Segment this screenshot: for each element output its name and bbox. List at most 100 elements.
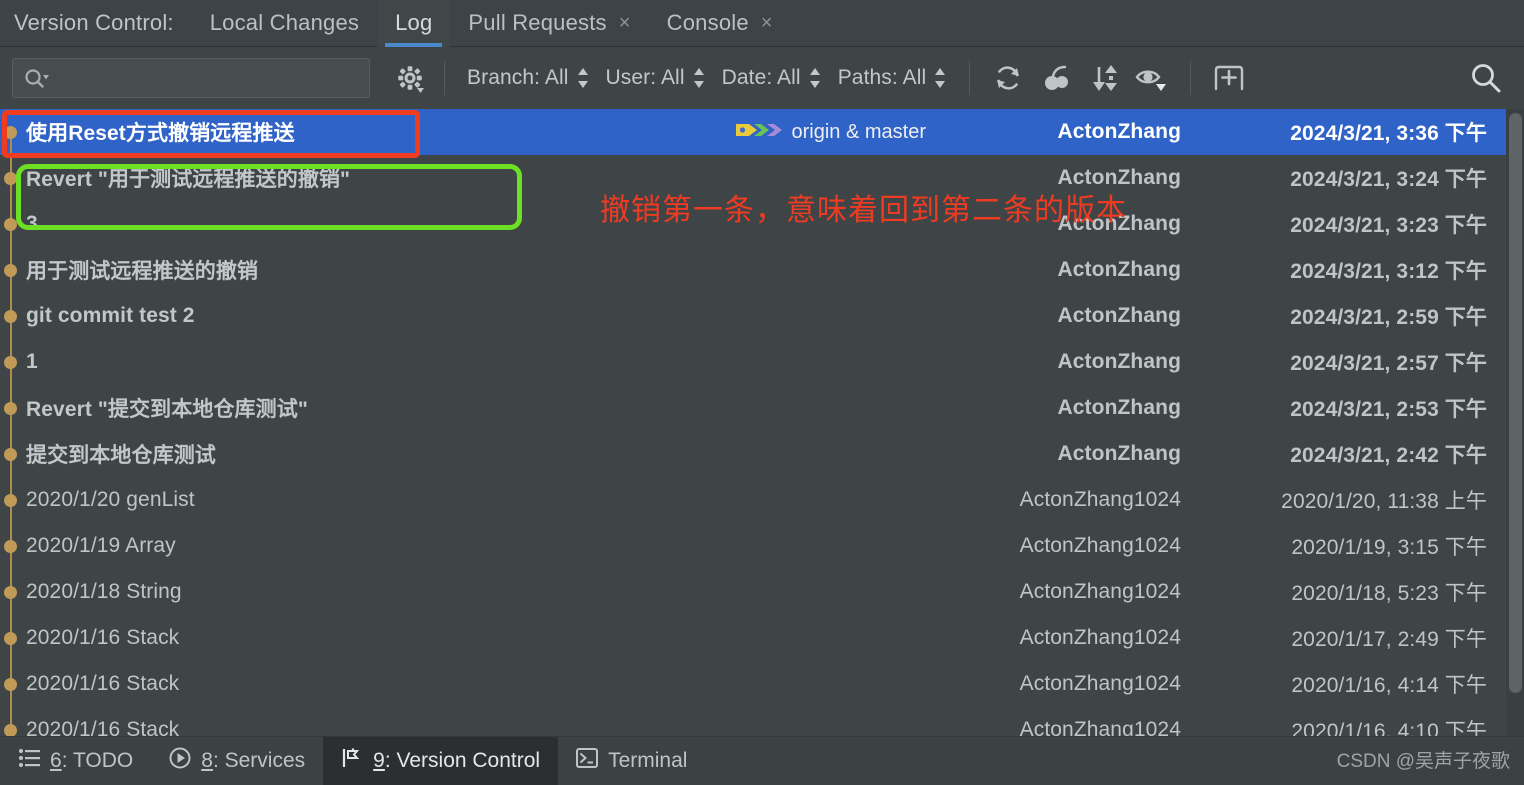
commit-date: 2024/3/21, 2:59 下午	[1290, 306, 1487, 329]
chevron-updown-icon	[692, 66, 706, 90]
commit-subject: 2020/1/20 genList	[26, 488, 195, 511]
commit-date: 2020/1/16, 4:10 下午	[1291, 720, 1487, 736]
commit-graph-node	[0, 247, 22, 293]
status-item-version-control-text: : Version Control	[384, 748, 541, 772]
status-item-services[interactable]: 8: Services	[151, 737, 323, 785]
find-search-icon[interactable]	[1464, 56, 1508, 100]
commit-author: ActonZhang	[1057, 120, 1181, 143]
filter-branch-label: Branch: All	[467, 66, 569, 89]
commit-graph-node	[0, 615, 22, 661]
log-vertical-scrollbar[interactable]	[1506, 109, 1524, 736]
commit-date: 2024/3/21, 3:36 下午	[1290, 122, 1487, 145]
new-tab-icon[interactable]	[1207, 56, 1251, 100]
commit-row[interactable]: 2020/1/20 genList ActonZhang1024 2020/1/20…	[0, 477, 1524, 523]
commit-graph-node	[0, 477, 22, 523]
commit-subject: 3	[26, 212, 38, 235]
commit-row[interactable]: 2020/1/16 Stack ActonZhang1024 2020/1/16, …	[0, 661, 1524, 707]
commit-author: ActonZhang	[1057, 350, 1181, 373]
commit-row[interactable]: 2020/1/16 Stack ActonZhang1024 2020/1/16, …	[0, 707, 1524, 736]
commit-row[interactable]: 2020/1/18 String ActonZhang1024 2020/1/18,…	[0, 569, 1524, 615]
commit-graph-node	[0, 155, 22, 201]
toolbar-separator	[444, 61, 445, 95]
search-input[interactable]	[49, 68, 369, 88]
watermark: CSDN @吴声子夜歌	[1336, 751, 1510, 772]
branch-label-text: origin & master	[791, 120, 927, 143]
status-item-todo[interactable]: 6: TODO	[0, 737, 151, 785]
commit-date: 2020/1/19, 3:15 下午	[1291, 536, 1487, 559]
tab-log[interactable]: Log	[377, 0, 451, 47]
commit-row[interactable]: 2020/1/16 Stack ActonZhang1024 2020/1/17, …	[0, 615, 1524, 661]
commit-date: 2024/3/21, 2:53 下午	[1290, 398, 1487, 421]
status-item-terminal[interactable]: Terminal	[558, 737, 705, 785]
filter-paths-label: Paths: All	[837, 66, 927, 89]
graph-dot	[4, 678, 17, 691]
gear-icon[interactable]	[390, 58, 430, 98]
status-item-services-text: : Services	[212, 748, 306, 772]
commit-graph-node	[0, 201, 22, 247]
scrollbar-thumb[interactable]	[1509, 113, 1522, 693]
commit-graph-node	[0, 431, 22, 477]
commit-date: 2024/3/21, 3:23 下午	[1290, 214, 1487, 237]
commit-row[interactable]: 3 ActonZhang 2024/3/21, 3:23 下午	[0, 201, 1524, 247]
commit-date: 2020/1/16, 4:14 下午	[1291, 674, 1487, 697]
search-box[interactable]	[12, 58, 370, 98]
tab-console[interactable]: Console ×	[649, 0, 791, 47]
commit-subject: git commit test 2	[26, 304, 195, 327]
commit-subject: 用于测试远程推送的撤销	[26, 260, 259, 283]
sort-arrows-icon[interactable]	[1082, 56, 1126, 100]
version-control-branch-icon	[341, 747, 363, 775]
filter-paths[interactable]: Paths: All	[830, 66, 956, 90]
commit-row[interactable]: Revert "提交到本地仓库测试" ActonZhang 2024/3/21, 2…	[0, 385, 1524, 431]
commit-author: ActonZhang1024	[1019, 534, 1181, 557]
commit-date: 2020/1/20, 11:38 上午	[1281, 490, 1487, 513]
tab-pull-requests[interactable]: Pull Requests ×	[450, 0, 648, 47]
status-item-terminal-label: Terminal	[608, 748, 688, 772]
commit-author: ActonZhang1024	[1019, 580, 1181, 603]
commit-row[interactable]: 1 ActonZhang 2024/3/21, 2:57 下午	[0, 339, 1524, 385]
chevron-updown-icon	[808, 66, 822, 90]
commit-author: ActonZhang	[1057, 304, 1181, 327]
search-icon[interactable]	[23, 67, 49, 89]
refresh-icon[interactable]	[986, 56, 1030, 100]
commit-graph-node	[0, 569, 22, 615]
tool-window-tabbar: Version Control: Local Changes Log Pull …	[0, 0, 1524, 47]
tab-pull-requests-label: Pull Requests	[468, 10, 607, 35]
commit-row[interactable]: 提交到本地仓库测试 ActonZhang 2024/3/21, 2:42 下午	[0, 431, 1524, 477]
graph-dot	[4, 402, 17, 415]
commit-graph-node	[0, 385, 22, 431]
terminal-icon	[576, 747, 599, 774]
tab-local-changes[interactable]: Local Changes	[192, 0, 377, 47]
graph-dot	[4, 126, 17, 139]
graph-dot	[4, 172, 17, 185]
commit-author: ActonZhang	[1057, 396, 1181, 419]
commit-row[interactable]: 2020/1/19 Array ActonZhang1024 2020/1/19, …	[0, 523, 1524, 569]
commit-subject: Revert "提交到本地仓库测试"	[26, 398, 308, 421]
eye-icon[interactable]	[1130, 56, 1174, 100]
commit-row[interactable]: Revert "用于测试远程推送的撤销" ActonZhang 2024/3/21,…	[0, 155, 1524, 201]
bottom-status-bar: 6: TODO 8: Services 9: Version Control T…	[0, 736, 1524, 785]
status-item-todo-text: : TODO	[61, 748, 134, 772]
status-item-services-num: 8	[201, 748, 213, 772]
commit-log-table[interactable]: 使用Reset方式撤销远程推送 origin & master ActonZhang…	[0, 109, 1524, 736]
cherry-pick-icon[interactable]	[1034, 56, 1078, 100]
status-item-version-control[interactable]: 9: Version Control	[323, 736, 559, 785]
commit-date: 2024/3/21, 3:12 下午	[1290, 260, 1487, 283]
commit-subject: 2020/1/18 String	[26, 580, 182, 603]
filter-branch[interactable]: Branch: All	[459, 66, 598, 90]
commit-graph-node	[0, 339, 22, 385]
version-control-tool-window: Version Control: Local Changes Log Pull …	[0, 0, 1524, 785]
commit-row[interactable]: git commit test 2 ActonZhang 2024/3/21, 2:…	[0, 293, 1524, 339]
status-item-todo-label: 6: TODO	[50, 749, 133, 773]
commit-author: ActonZhang	[1057, 212, 1181, 235]
commit-row[interactable]: 使用Reset方式撤销远程推送 origin & master ActonZhang…	[0, 109, 1524, 155]
commit-date: 2020/1/18, 5:23 下午	[1291, 582, 1487, 605]
close-icon[interactable]: ×	[619, 13, 631, 33]
filter-date[interactable]: Date: All	[714, 66, 830, 90]
close-icon[interactable]: ×	[761, 13, 773, 33]
graph-dot	[4, 494, 17, 507]
commit-graph-node	[0, 523, 22, 569]
log-toolbar: Branch: All User: All Date: All Paths: A…	[0, 47, 1524, 109]
filter-user-label: User: All	[605, 66, 685, 89]
commit-row[interactable]: 用于测试远程推送的撤销 ActonZhang 2024/3/21, 3:12 下午	[0, 247, 1524, 293]
filter-user[interactable]: User: All	[598, 66, 714, 90]
